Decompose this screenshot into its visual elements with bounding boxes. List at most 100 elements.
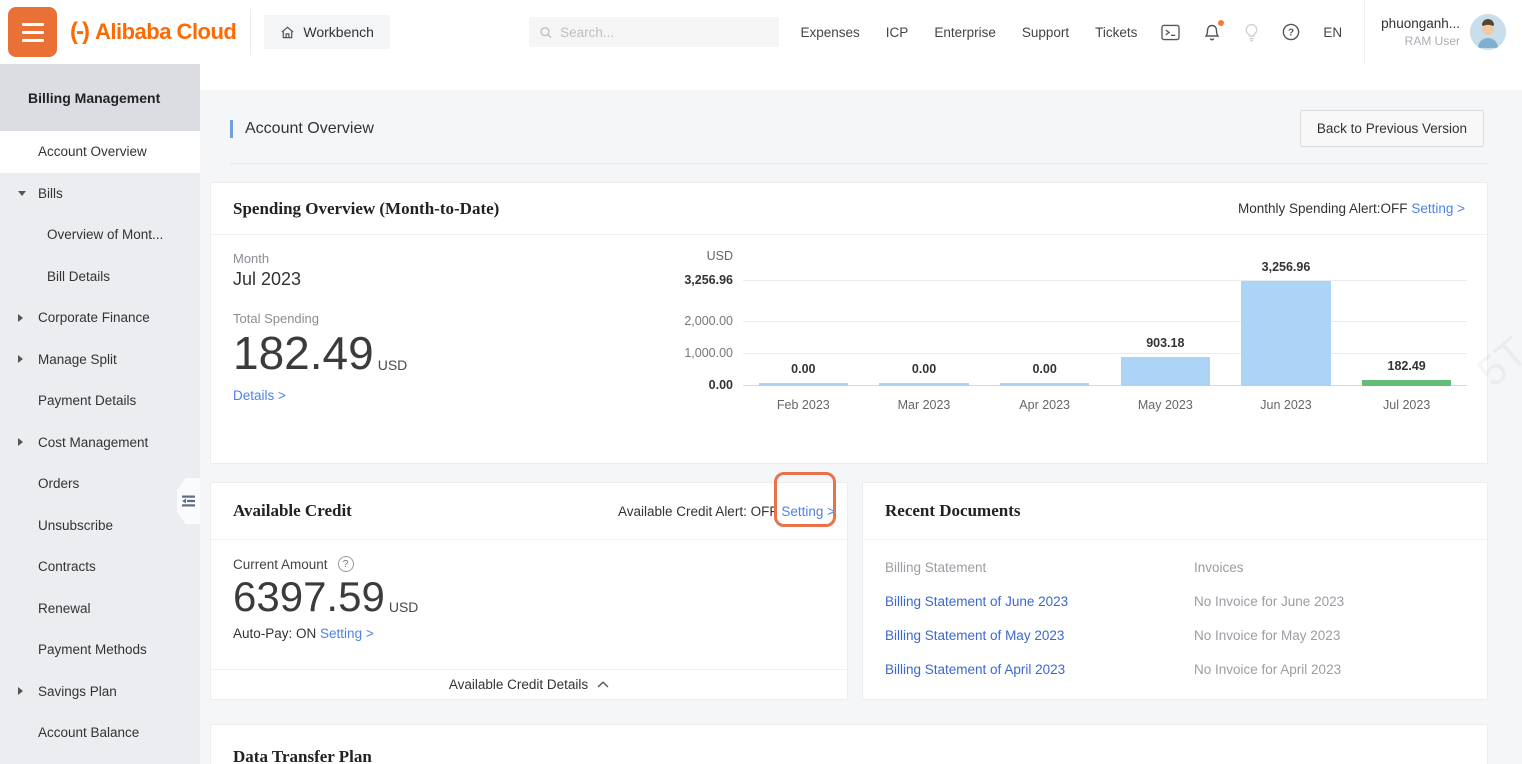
available-credit-alert-setting-link[interactable]: Setting > [781, 504, 835, 519]
current-amount-help-icon[interactable]: ? [338, 556, 354, 572]
top-nav-link-expenses[interactable]: Expenses [801, 25, 860, 40]
autopay-setting-link[interactable]: Setting > [320, 626, 374, 641]
sidebar-item-label: Corporate Finance [38, 310, 150, 325]
user-name: phuonganh... [1381, 15, 1460, 33]
cloud-shell-icon[interactable] [1161, 24, 1180, 41]
invoice-status: No Invoice for May 2023 [1194, 628, 1340, 643]
hamburger-menu-icon[interactable] [8, 7, 57, 57]
chart-xaxis-label: May 2023 [1105, 398, 1226, 412]
avatar[interactable] [1470, 14, 1506, 50]
sidebar-item-label: Overview of Mont... [47, 227, 163, 242]
data-transfer-plan-card: Data Transfer Plan [210, 724, 1488, 764]
sidebar-title: Billing Management [0, 64, 200, 131]
spending-details-link[interactable]: Details > [233, 388, 286, 403]
sidebar-item-label: Payment Methods [38, 642, 147, 657]
chart-bar-slot: 0.00 [743, 281, 864, 386]
sidebar-item-savings-plan[interactable]: Savings Plan [0, 671, 200, 713]
chart-bar-feb-2023[interactable] [759, 383, 848, 386]
sidebar-item-renewal[interactable]: Renewal [0, 588, 200, 630]
chart-xaxis-label: Apr 2023 [984, 398, 1105, 412]
chart-bar-mar-2023[interactable] [879, 383, 968, 386]
search-input[interactable] [560, 25, 768, 40]
chart-bar-may-2023[interactable] [1121, 357, 1210, 386]
back-to-previous-version-button[interactable]: Back to Previous Version [1300, 110, 1484, 147]
chart-ytick-label: 3,256.96 [663, 273, 733, 287]
top-icons: ? EN [1161, 23, 1342, 42]
document-row: Billing Statement of May 2023No Invoice … [885, 628, 1465, 643]
top-nav-link-tickets[interactable]: Tickets [1095, 25, 1137, 40]
chart-xaxis-label: Mar 2023 [864, 398, 985, 412]
billing-statement-link[interactable]: Billing Statement of April 2023 [885, 662, 1194, 677]
sidebar-item-contracts[interactable]: Contracts [0, 546, 200, 588]
document-row: Billing Statement of April 2023No Invoic… [885, 662, 1465, 677]
current-amount-label: Current Amount [233, 557, 328, 572]
chart-bar-slot: 903.18 [1105, 281, 1226, 386]
chart-bar-value-label: 903.18 [1105, 336, 1226, 350]
sidebar-item-unsubscribe[interactable]: Unsubscribe [0, 505, 200, 547]
sidebar-item-orders[interactable]: Orders [0, 463, 200, 505]
chart-bar-slot: 182.49 [1346, 281, 1467, 386]
sidebar-item-label: Contracts [38, 559, 96, 574]
sidebar-item-label: Cost Management [38, 435, 148, 450]
total-spending-label: Total Spending [233, 311, 663, 326]
chart-bar-jun-2023[interactable] [1241, 281, 1330, 386]
help-icon[interactable]: ? [1282, 23, 1300, 41]
sidebar-item-manage-split[interactable]: Manage Split [0, 339, 200, 381]
available-credit-details-toggle[interactable]: Available Credit Details [211, 669, 847, 699]
sidebar-item-label: Manage Split [38, 352, 117, 367]
language-selector[interactable]: EN [1323, 25, 1342, 40]
sidebar-item-account-balance[interactable]: Account Balance [0, 712, 200, 754]
page-title: Account Overview [230, 120, 374, 138]
recent-documents-title: Recent Documents [885, 501, 1021, 521]
sidebar-item-label: Bills [38, 186, 63, 201]
user-account-menu[interactable]: phuonganh... RAM User [1364, 0, 1522, 64]
alibaba-cloud-logo[interactable]: (-) Alibaba Cloud [70, 18, 236, 46]
chart-bar-slot: 0.00 [864, 281, 985, 386]
sidebar-item-payment-methods[interactable]: Payment Methods [0, 629, 200, 671]
top-nav-link-support[interactable]: Support [1022, 25, 1069, 40]
sidebar-item-payment-details[interactable]: Payment Details [0, 380, 200, 422]
chart-unit-label: USD [663, 249, 733, 263]
svg-text:?: ? [1288, 28, 1294, 39]
chart-bar-value-label: 3,256.96 [1226, 260, 1347, 274]
top-nav-link-enterprise[interactable]: Enterprise [934, 25, 996, 40]
sidebar-item-bills[interactable]: Bills [0, 173, 200, 215]
top-nav-link-icp[interactable]: ICP [886, 25, 909, 40]
monthly-spending-alert-setting-link[interactable]: Setting > [1411, 201, 1465, 216]
breadcrumb-strip [200, 64, 1522, 90]
invoice-status: No Invoice for April 2023 [1194, 662, 1341, 677]
workbench-button[interactable]: Workbench [264, 15, 390, 49]
chart-bar-slot: 0.00 [984, 281, 1105, 386]
lightbulb-icon[interactable] [1244, 23, 1259, 42]
chart-plot-area: 0.000.000.00903.183,256.96182.49 [743, 281, 1467, 386]
billing-statement-link[interactable]: Billing Statement of June 2023 [885, 594, 1194, 609]
available-credit-currency: USD [389, 599, 419, 615]
top-nav: Expenses ICP Enterprise Support Tickets [801, 25, 1138, 40]
sidebar-item-bill-details[interactable]: Bill Details [0, 256, 200, 298]
caret-right-icon [18, 438, 23, 446]
sidebar-item-corporate-finance[interactable]: Corporate Finance [0, 297, 200, 339]
month-label: Month [233, 251, 663, 266]
sidebar-item-account-overview[interactable]: Account Overview [0, 131, 200, 173]
search-box[interactable] [529, 17, 779, 47]
main-content: Account Overview Back to Previous Versio… [200, 64, 1522, 764]
notifications-bell-icon[interactable] [1203, 23, 1221, 42]
sidebar-item-overview-of-mont[interactable]: Overview of Mont... [0, 214, 200, 256]
page-divider [230, 163, 1488, 164]
billing-statement-link[interactable]: Billing Statement of May 2023 [885, 628, 1194, 643]
workbench-label: Workbench [303, 24, 374, 40]
available-credit-alert-status: Available Credit Alert: OFF [618, 504, 778, 519]
recent-documents-card: Recent Documents Billing Statement Invoi… [862, 482, 1488, 700]
sidebar-item-label: Account Balance [38, 725, 139, 740]
home-icon [280, 25, 295, 40]
total-spending-currency: USD [378, 357, 408, 373]
document-row: Billing Statement of June 2023No Invoice… [885, 594, 1465, 609]
autopay-status: Auto-Pay: ON [233, 626, 316, 641]
spending-bar-chart: USD 0.000.000.00903.183,256.96182.493,25… [663, 235, 1467, 464]
user-role: RAM User [1381, 33, 1460, 49]
chart-bar-jul-2023[interactable] [1362, 380, 1451, 386]
sidebar-item-cost-management[interactable]: Cost Management [0, 422, 200, 464]
chart-bar-apr-2023[interactable] [1000, 383, 1089, 386]
spending-card-title: Spending Overview (Month-to-Date) [233, 199, 499, 219]
chart-xaxis-label: Jun 2023 [1226, 398, 1347, 412]
